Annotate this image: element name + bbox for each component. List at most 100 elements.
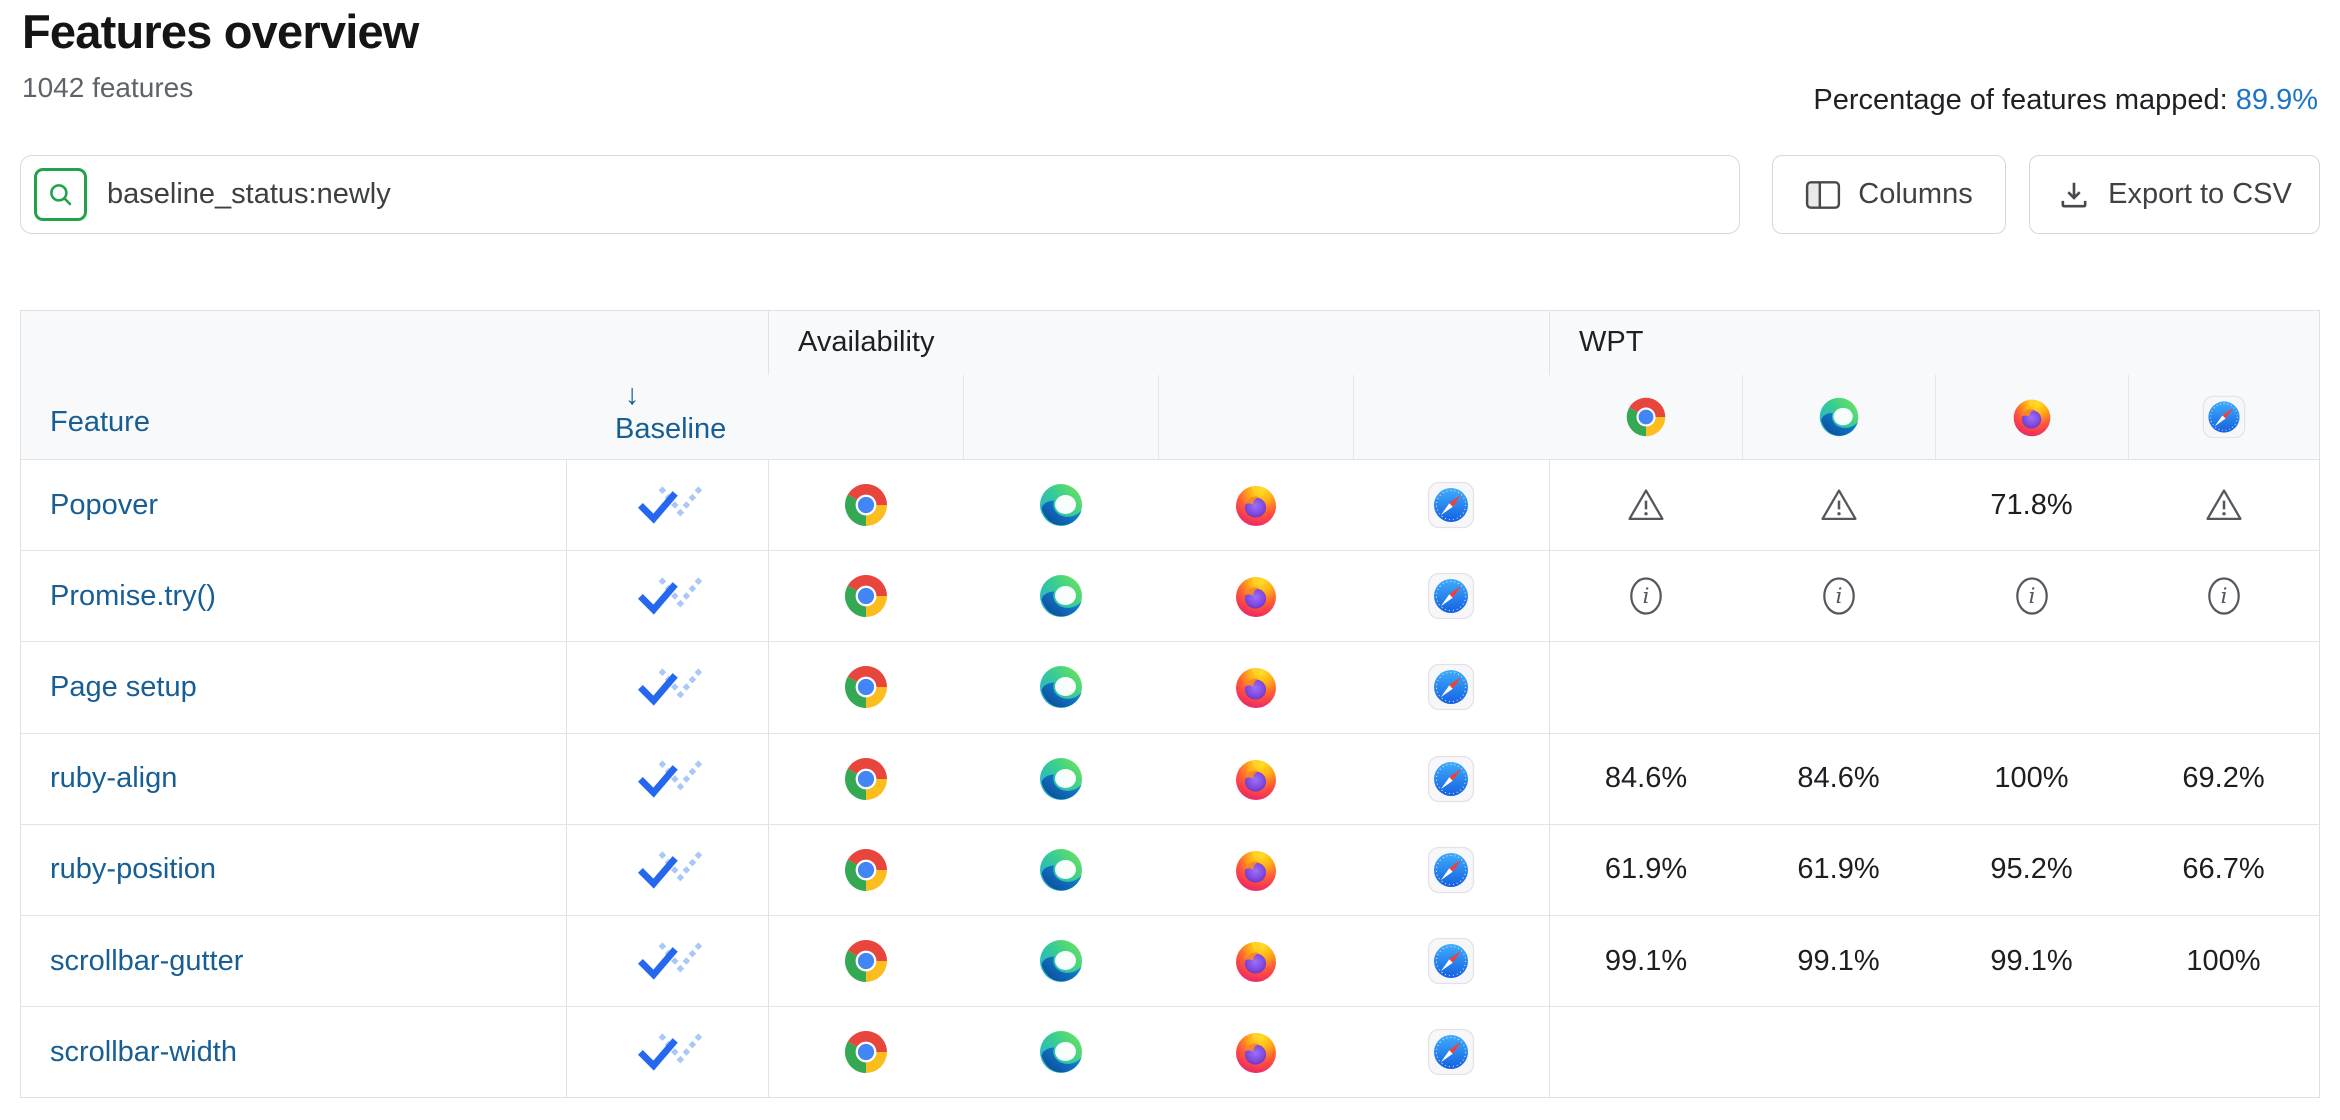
baseline-status-cell	[566, 641, 768, 732]
feature-link[interactable]: Page setup	[50, 671, 197, 704]
columns-button-label: Columns	[1858, 178, 1972, 211]
availability-cell	[768, 824, 963, 915]
edge-icon	[1037, 846, 1085, 894]
safari-icon	[1427, 937, 1475, 985]
feature-link[interactable]: ruby-position	[50, 853, 216, 886]
edge-icon	[1817, 395, 1861, 439]
info-icon[interactable]: i	[2011, 572, 2053, 620]
export-csv-button[interactable]: Export to CSV	[2029, 155, 2320, 234]
availability-cell	[768, 733, 963, 824]
wpt-header-label: WPT	[1579, 326, 1643, 359]
wpt-score-value: 84.6%	[1605, 762, 1687, 795]
feature-link[interactable]: scrollbar-gutter	[50, 945, 243, 978]
wpt-score-cell	[1742, 641, 1935, 732]
firefox-icon	[1232, 755, 1280, 803]
wpt-score-cell: 84.6%	[1549, 733, 1742, 824]
baseline-header-link[interactable]: Baseline	[615, 413, 726, 446]
feature-link[interactable]: Popover	[50, 489, 158, 522]
wpt-score-cell	[1549, 1006, 1742, 1097]
warning-icon[interactable]	[1624, 484, 1668, 526]
search-input[interactable]	[107, 178, 1721, 211]
baseline-newly-icon	[632, 850, 704, 890]
availability-subheader-cell	[1158, 375, 1353, 459]
features-overview-page: Features overview 1042 features Percenta…	[0, 0, 2340, 1120]
availability-cell	[1353, 824, 1549, 915]
availability-subheader-cell	[768, 375, 963, 459]
svg-text:i: i	[2220, 584, 2227, 609]
safari-icon	[1427, 846, 1475, 894]
info-icon[interactable]: i	[2203, 572, 2245, 620]
edge-icon	[1037, 1028, 1085, 1076]
feature-link[interactable]: scrollbar-width	[50, 1036, 237, 1069]
column-group-availability: Availability	[768, 311, 1549, 375]
availability-cell	[1353, 915, 1549, 1006]
mapped-percentage: Percentage of features mapped: 89.9%	[1813, 84, 2318, 117]
safari-icon	[1427, 755, 1475, 803]
wpt-score-cell: i	[1742, 550, 1935, 641]
baseline-newly-icon	[632, 759, 704, 799]
wpt-score-value: 69.2%	[2182, 762, 2264, 795]
columns-button[interactable]: Columns	[1772, 155, 2006, 234]
download-icon	[2057, 178, 2091, 212]
feature-cell: ruby-position	[21, 824, 566, 915]
chrome-icon	[842, 846, 890, 894]
baseline-status-cell	[566, 824, 768, 915]
warning-icon[interactable]	[2202, 484, 2246, 526]
info-icon[interactable]: i	[1625, 572, 1667, 620]
availability-cell	[1158, 824, 1353, 915]
chrome-icon	[1624, 395, 1668, 439]
edge-icon	[1037, 481, 1085, 529]
availability-cell	[1158, 733, 1353, 824]
availability-cell	[1353, 1006, 1549, 1097]
firefox-icon	[1232, 481, 1280, 529]
feature-link[interactable]: Promise.try()	[50, 580, 216, 613]
baseline-newly-icon	[632, 1032, 704, 1072]
magnifier-icon	[46, 180, 76, 210]
wpt-score-value: 99.1%	[1605, 945, 1687, 978]
chrome-icon	[842, 663, 890, 711]
availability-cell	[1158, 915, 1353, 1006]
safari-icon	[1427, 481, 1475, 529]
safari-icon	[2202, 395, 2246, 439]
availability-cell	[963, 641, 1158, 732]
wpt-score-value: 99.1%	[1797, 945, 1879, 978]
availability-cell	[768, 1006, 963, 1097]
wpt-score-cell	[1935, 641, 2128, 732]
wpt-score-value: 66.7%	[2182, 853, 2264, 886]
svg-text:i: i	[2028, 584, 2035, 609]
column-header-feature: Feature	[21, 311, 566, 459]
feature-link[interactable]: ruby-align	[50, 762, 177, 795]
wpt-subheader-cell	[2128, 375, 2319, 459]
info-icon[interactable]: i	[1818, 572, 1860, 620]
baseline-newly-icon	[632, 941, 704, 981]
wpt-subheader-cell	[1549, 375, 1742, 459]
availability-cell	[963, 915, 1158, 1006]
mapped-percentage-link[interactable]: 89.9%	[2236, 84, 2318, 116]
column-group-wpt: WPT	[1549, 311, 2319, 375]
wpt-score-value: 100%	[2186, 945, 2260, 978]
feature-header-link[interactable]: Feature	[50, 406, 150, 439]
wpt-score-value: 100%	[1994, 762, 2068, 795]
chrome-icon	[842, 1028, 890, 1076]
wpt-score-value: 61.9%	[1605, 853, 1687, 886]
availability-header-label: Availability	[798, 326, 934, 359]
wpt-score-value: 71.8%	[1990, 489, 2072, 522]
chrome-icon	[842, 572, 890, 620]
warning-icon[interactable]	[1817, 484, 1861, 526]
baseline-status-cell	[566, 550, 768, 641]
edge-icon	[1037, 572, 1085, 620]
edge-icon	[1037, 937, 1085, 985]
wpt-score-cell: 99.1%	[1742, 915, 1935, 1006]
wpt-score-cell: 61.9%	[1549, 824, 1742, 915]
availability-cell	[768, 915, 963, 1006]
wpt-score-cell	[1742, 1006, 1935, 1097]
availability-cell	[963, 733, 1158, 824]
availability-cell	[963, 459, 1158, 550]
baseline-newly-icon	[632, 485, 704, 525]
feature-cell: Promise.try()	[21, 550, 566, 641]
wpt-score-cell: i	[1549, 550, 1742, 641]
search-box[interactable]	[20, 155, 1740, 234]
wpt-score-cell: 99.1%	[1935, 915, 2128, 1006]
sort-descending-icon: ↓	[615, 379, 726, 412]
availability-cell	[963, 824, 1158, 915]
